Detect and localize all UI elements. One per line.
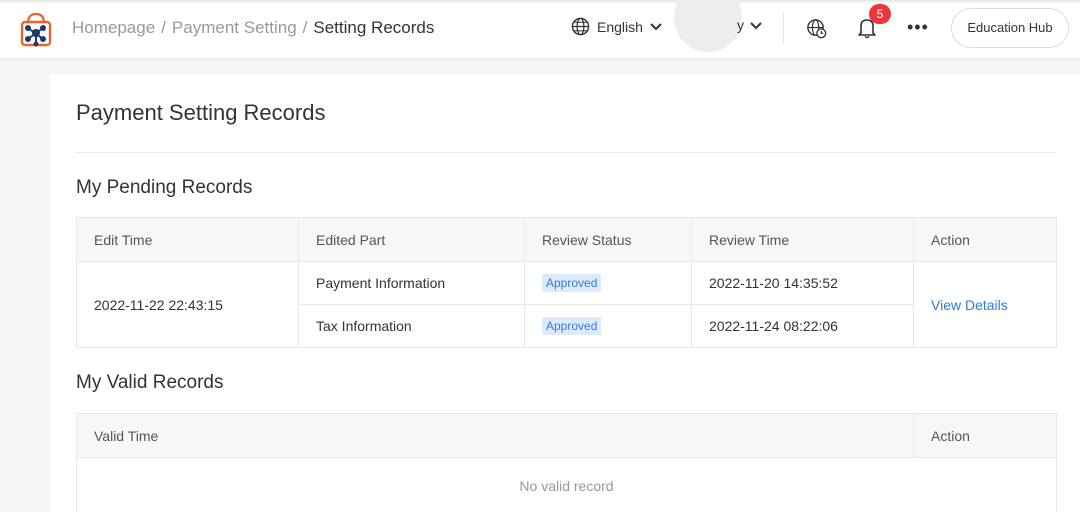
- status-badge: Approved: [542, 317, 602, 335]
- user-name-fragment: y: [737, 17, 744, 33]
- top-shadow: [0, 0, 1080, 4]
- column-header: Action: [913, 413, 1057, 458]
- table-row: 2022-11-22 22:43:15 Payment Information …: [76, 261, 1057, 348]
- review-status-cell: Approved: [524, 261, 692, 305]
- language-selector[interactable]: English: [571, 17, 662, 36]
- empty-row: No valid record: [76, 457, 1057, 512]
- review-time-cell: 2022-11-20 14:35:52: [691, 261, 914, 305]
- review-status-cell: Approved: [524, 304, 692, 348]
- column-header: Valid Time: [76, 413, 914, 458]
- user-menu[interactable]: y: [737, 17, 762, 33]
- status-badge: Approved: [542, 274, 602, 292]
- edited-part-cell: Payment Information: [298, 261, 525, 305]
- account-switch-button[interactable]: Education Hub: [951, 8, 1069, 48]
- breadcrumb-separator: /: [161, 18, 166, 37]
- divider: [76, 152, 1056, 153]
- page-title: Payment Setting Records: [76, 100, 326, 125]
- logo-icon[interactable]: [16, 9, 56, 49]
- chevron-down-icon: [750, 17, 762, 33]
- column-header: Edited Part: [298, 217, 525, 262]
- breadcrumb-current: Setting Records: [313, 18, 435, 37]
- pending-records-table: Edit Time Edited Part Review Status Revi…: [76, 217, 1057, 348]
- table-header-row: Valid Time Action: [76, 413, 1057, 458]
- action-cell: View Details: [913, 261, 1057, 348]
- column-header: Edit Time: [76, 217, 299, 262]
- edit-time-cell: 2022-11-22 22:43:15: [76, 261, 299, 348]
- chevron-down-icon: [650, 22, 662, 31]
- table-header-row: Edit Time Edited Part Review Status Revi…: [76, 217, 1057, 262]
- content-card: Payment Setting Records My Pending Recor…: [50, 74, 1080, 512]
- edited-part-cell: Tax Information: [298, 304, 525, 348]
- valid-records-table: Valid Time Action No valid record: [76, 413, 1057, 512]
- timezone-globe-icon[interactable]: [806, 18, 827, 44]
- review-time-cell: 2022-11-24 08:22:06: [691, 304, 914, 348]
- empty-state-text: No valid record: [76, 457, 1057, 512]
- breadcrumb-separator: /: [302, 18, 308, 37]
- top-bar: Homepage / Payment Setting / Setting Rec…: [0, 0, 1080, 58]
- column-header: Review Status: [524, 217, 692, 262]
- breadcrumb-payment-setting[interactable]: Payment Setting: [172, 18, 297, 38]
- avatar[interactable]: [674, 0, 742, 52]
- column-header: Action: [913, 217, 1057, 262]
- notification-badge: 5: [869, 4, 891, 24]
- header-divider: [783, 12, 784, 44]
- globe-icon: [571, 17, 590, 36]
- more-icon[interactable]: •••: [907, 18, 929, 36]
- valid-section-title: My Valid Records: [76, 372, 224, 393]
- breadcrumb-homepage[interactable]: Homepage: [72, 18, 155, 38]
- pending-section-title: My Pending Records: [76, 177, 253, 198]
- breadcrumb: Homepage / Payment Setting / Setting Rec…: [72, 18, 434, 38]
- view-details-link[interactable]: View Details: [931, 297, 1008, 313]
- column-header: Review Time: [691, 217, 914, 262]
- language-label: English: [597, 18, 643, 35]
